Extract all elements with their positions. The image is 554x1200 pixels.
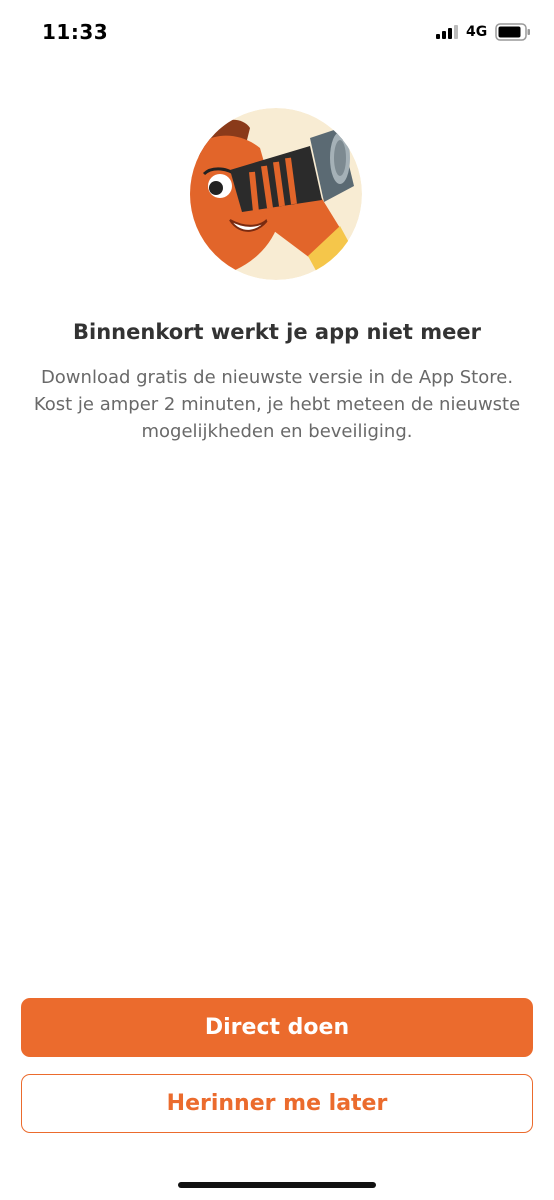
page-title: Binnenkort werkt je app niet meer xyxy=(73,320,481,344)
network-label: 4G xyxy=(466,24,488,40)
battery-icon xyxy=(495,23,530,41)
status-bar: 11:33 4G xyxy=(0,0,554,64)
signal-bars-icon xyxy=(436,25,458,39)
direct-doen-button[interactable]: Direct doen xyxy=(21,998,533,1057)
remind-later-button[interactable]: Herinner me later xyxy=(21,1074,533,1133)
person-with-binoculars-illustration xyxy=(190,108,362,280)
status-time: 11:33 xyxy=(42,20,109,44)
home-indicator[interactable] xyxy=(178,1182,376,1188)
description-text: Download gratis de nieuwste versie in de… xyxy=(33,367,521,442)
